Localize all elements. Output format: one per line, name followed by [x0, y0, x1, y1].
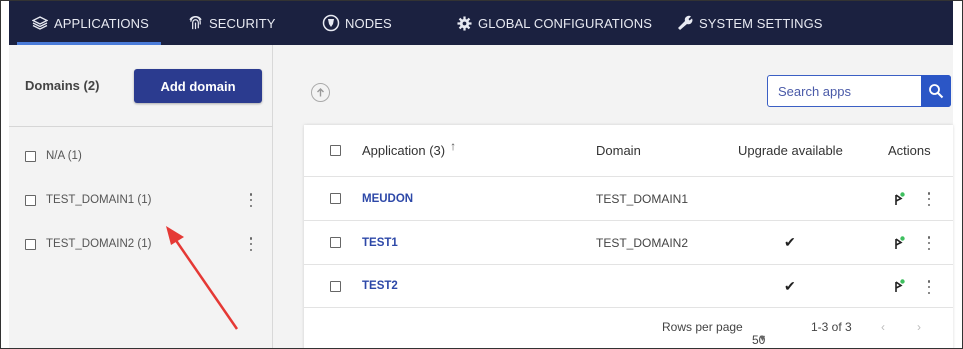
table-row: TEST1 TEST_DOMAIN2 ✔ [304, 221, 953, 265]
run-status-icon[interactable] [894, 177, 906, 220]
prev-page-icon[interactable]: ‹ [881, 320, 885, 334]
header-actions: Actions [888, 143, 931, 158]
tab-label: SECURITY [209, 15, 276, 31]
domain-item-test-domain1[interactable]: TEST_DOMAIN1 (1) [9, 185, 273, 215]
domain-label: TEST_DOMAIN1 (1) [46, 194, 152, 206]
tab-label: SYSTEM SETTINGS [699, 15, 823, 31]
node-icon [322, 14, 340, 32]
tab-label: GLOBAL CONFIGURATIONS [478, 15, 653, 31]
table-header: Application (3) ↑ Domain Upgrade availab… [304, 125, 953, 177]
domain-cell: TEST_DOMAIN1 [596, 191, 689, 206]
more-vert-icon[interactable] [927, 236, 931, 250]
upgrade-check-icon: ✔ [784, 277, 796, 294]
tab-label: NODES [345, 15, 392, 31]
tab-label: APPLICATIONS [54, 15, 149, 31]
domain-item-test-domain2[interactable]: TEST_DOMAIN2 (1) [9, 229, 273, 259]
tab-system-settings[interactable]: SYSTEM SETTINGS [676, 1, 823, 45]
app-window: APPLICATIONS SECURITY NODES GLOBAL CONFI… [0, 0, 963, 349]
domain-checkbox[interactable] [25, 150, 36, 162]
layers-icon [31, 14, 49, 32]
more-vert-icon[interactable] [927, 280, 931, 294]
upgrade-check-icon: ✔ [784, 234, 796, 250]
application-link[interactable]: MEUDON [362, 193, 413, 205]
dropdown-arrow-icon: ▼ [758, 333, 767, 343]
domains-panel: Domains (2) Add domain N/A (1) TEST_DOMA… [9, 45, 273, 348]
wrench-icon [676, 14, 694, 32]
run-status-icon[interactable] [894, 265, 906, 307]
applications-main: Application (3) ↑ Domain Upgrade availab… [273, 45, 953, 348]
run-status-icon[interactable] [894, 221, 906, 264]
table-row: TEST2 ✔ [304, 265, 953, 308]
tab-applications[interactable]: APPLICATIONS [17, 1, 161, 45]
domains-title: Domains (2) [25, 78, 100, 93]
domain-label: N/A (1) [46, 150, 82, 162]
applications-table: Application (3) ↑ Domain Upgrade availab… [304, 125, 953, 348]
domain-item-na[interactable]: N/A (1) [9, 141, 273, 171]
header-upgrade: Upgrade available [738, 143, 843, 158]
header-application-label: Application (3) [362, 143, 446, 158]
search-box [767, 75, 951, 107]
select-all-checkbox[interactable] [330, 145, 341, 156]
upload-icon[interactable] [311, 83, 330, 102]
header-application[interactable]: Application (3) ↑ [362, 125, 456, 176]
table-pagination: Rows per page 50 ▼ 1-3 of 3 ‹ › [304, 307, 953, 347]
next-page-icon[interactable]: › [917, 320, 921, 334]
gear-icon [455, 14, 473, 32]
row-checkbox[interactable] [330, 280, 341, 292]
rows-per-page-label: Rows per page [662, 320, 743, 334]
domain-label: TEST_DOMAIN2 (1) [46, 238, 152, 250]
domain-cell: TEST_DOMAIN2 [596, 235, 689, 250]
tab-nodes[interactable]: NODES [322, 1, 392, 45]
search-icon [929, 84, 944, 99]
search-input[interactable] [768, 76, 923, 106]
more-vert-icon[interactable] [249, 193, 253, 207]
more-vert-icon[interactable] [927, 192, 931, 206]
row-checkbox[interactable] [330, 237, 341, 248]
add-domain-button[interactable]: Add domain [134, 69, 262, 103]
row-checkbox[interactable] [330, 193, 341, 204]
tab-global-configurations[interactable]: GLOBAL CONFIGURATIONS [455, 1, 652, 45]
domains-header: Domains (2) Add domain [9, 45, 273, 127]
table-row: MEUDON TEST_DOMAIN1 [304, 177, 953, 221]
fingerprint-icon [186, 14, 204, 32]
search-button[interactable] [921, 75, 951, 107]
domain-checkbox[interactable] [25, 238, 36, 250]
domain-checkbox[interactable] [25, 194, 36, 206]
more-vert-icon[interactable] [249, 237, 253, 251]
sort-arrow-icon[interactable]: ↑ [450, 139, 456, 153]
pagination-range: 1-3 of 3 [811, 320, 852, 334]
application-link[interactable]: TEST2 [362, 280, 398, 292]
header-domain: Domain [596, 143, 641, 158]
top-nav: APPLICATIONS SECURITY NODES GLOBAL CONFI… [9, 1, 953, 45]
application-link[interactable]: TEST1 [362, 237, 398, 249]
tab-security[interactable]: SECURITY [186, 1, 276, 45]
